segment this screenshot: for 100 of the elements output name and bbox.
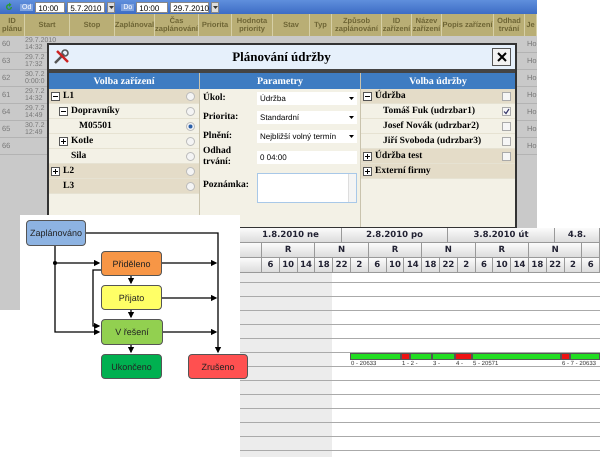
shift-header: R <box>368 243 422 257</box>
dialog-title: Plánování údržby <box>231 49 332 65</box>
select-field[interactable]: Údržba <box>257 92 357 105</box>
hour-header: 14 <box>511 258 529 272</box>
tree-label: Josef Novák (udrzbar2) <box>383 121 480 131</box>
hour-header: 22 <box>333 258 351 272</box>
tree-row[interactable]: Externí firmy <box>361 164 515 179</box>
radio-button[interactable] <box>186 166 195 176</box>
tree-label: Údržba test <box>375 151 424 161</box>
radio-button[interactable] <box>186 136 195 146</box>
field-label: Úkol: <box>203 92 227 104</box>
shift-header: R <box>476 243 529 257</box>
tree-label: Sila <box>71 151 88 161</box>
column-heading: Volba údržby <box>361 73 515 89</box>
checkbox[interactable] <box>502 106 511 116</box>
hour-header: 22 <box>546 258 565 272</box>
hour-header: 18 <box>528 258 547 272</box>
gantt-bar-segment[interactable] <box>410 353 432 360</box>
hour-header: 6 <box>368 258 387 272</box>
to-date-field[interactable]: 29.7.2010 <box>170 2 210 12</box>
dropdown-button[interactable] <box>107 2 116 12</box>
day-header: 3.8.2010 út <box>448 228 555 242</box>
tree-label: Dopravníky <box>71 106 121 116</box>
checkbox[interactable] <box>502 92 511 100</box>
tree-row[interactable]: Dopravníky <box>49 104 199 119</box>
hour-header: 14 <box>404 258 422 272</box>
select-field[interactable]: Nejbližší volný termín <box>257 130 357 143</box>
hour-header: 10 <box>386 258 404 272</box>
tree-label: Kotle <box>71 136 94 146</box>
field-label: Odhad trvání: <box>203 146 232 169</box>
day-header: 2.8.2010 po <box>342 228 448 242</box>
close-icon <box>496 52 506 62</box>
caret-icon <box>349 97 354 100</box>
close-button[interactable] <box>492 48 511 66</box>
tree-label: L2 <box>63 166 76 176</box>
column-heading: Parametry <box>200 73 360 89</box>
tree-label: Jiří Svoboda (udrzbar3) <box>383 136 482 146</box>
shift-header: N <box>422 243 476 257</box>
from-time-field[interactable]: 10:00 <box>35 2 66 12</box>
checkbox[interactable] <box>502 122 511 130</box>
caret-icon <box>349 135 354 138</box>
hour-header: 6 <box>476 258 494 272</box>
field-label: Poznámka: <box>203 180 250 192</box>
state-node: Přijato <box>101 285 162 310</box>
radio-button[interactable] <box>186 106 195 116</box>
to-time-field[interactable]: 10:00 <box>136 2 168 12</box>
hour-header: 2 <box>350 258 369 272</box>
expand-icon[interactable] <box>51 166 60 176</box>
dropdown-button[interactable] <box>211 2 220 12</box>
hour-header: 18 <box>422 258 440 272</box>
tree-label: L1 <box>63 91 76 101</box>
tree-row[interactable]: Kotle <box>49 134 199 149</box>
hour-header: 2 <box>564 258 582 272</box>
hour-header: 10 <box>493 258 512 272</box>
caret-icon <box>212 6 218 8</box>
tree-row[interactable]: L2 <box>49 164 199 179</box>
note-field[interactable] <box>257 172 357 203</box>
tree-row[interactable]: M05501 <box>49 119 199 134</box>
tree-row[interactable]: Údržba <box>361 89 515 104</box>
tree-label: Údržba <box>375 91 407 101</box>
collapse-icon[interactable] <box>363 92 372 100</box>
tree-row[interactable]: Tomáš Fuk (udrzbar1) <box>361 104 515 119</box>
shift-header: N <box>315 243 369 257</box>
scrollbar[interactable] <box>348 174 356 202</box>
duration-field[interactable]: 0 04:00 <box>257 150 357 164</box>
radio-button[interactable] <box>186 152 195 160</box>
caret-icon <box>108 6 114 8</box>
state-node: V řešení <box>101 319 163 345</box>
radio-button[interactable] <box>186 182 195 190</box>
tree-label: M05501 <box>79 121 113 131</box>
state-node: Přiděleno <box>101 251 162 276</box>
tree-label: Externí firmy <box>375 166 432 176</box>
tools-icon <box>53 49 71 65</box>
checkbox[interactable] <box>502 136 511 146</box>
tree-row[interactable]: L3 <box>49 179 199 194</box>
radio-button[interactable] <box>186 92 195 100</box>
hour-header: 6 <box>582 258 600 272</box>
expand-icon[interactable] <box>363 152 372 160</box>
tree-row[interactable]: Josef Novák (udrzbar2) <box>361 119 515 134</box>
radio-button[interactable] <box>186 122 195 130</box>
field-label: Priorita: <box>203 112 240 124</box>
tree-row[interactable]: Údržba test <box>361 149 515 164</box>
expand-icon[interactable] <box>59 136 68 146</box>
collapse-icon[interactable] <box>51 92 60 100</box>
tree-label: Tomáš Fuk (udrzbar1) <box>383 106 476 116</box>
checkbox[interactable] <box>502 152 511 160</box>
hour-header: 14 <box>298 258 316 272</box>
hour-header: 10 <box>280 258 298 272</box>
from-date-field[interactable]: 5.7.2010 <box>67 2 106 12</box>
select-field[interactable]: Standardní <box>257 111 357 124</box>
tree-row[interactable]: L1 <box>49 89 199 104</box>
state-node: Zrušeno <box>188 354 248 379</box>
gantt-bar-segment[interactable] <box>570 353 600 360</box>
hour-header: 22 <box>440 258 458 272</box>
day-header: 4.8. <box>555 228 600 242</box>
state-node: Ukončeno <box>101 354 162 379</box>
collapse-icon[interactable] <box>59 106 68 116</box>
shift-header: N <box>528 243 582 257</box>
tree-label: L3 <box>63 181 76 191</box>
expand-icon[interactable] <box>363 166 372 176</box>
